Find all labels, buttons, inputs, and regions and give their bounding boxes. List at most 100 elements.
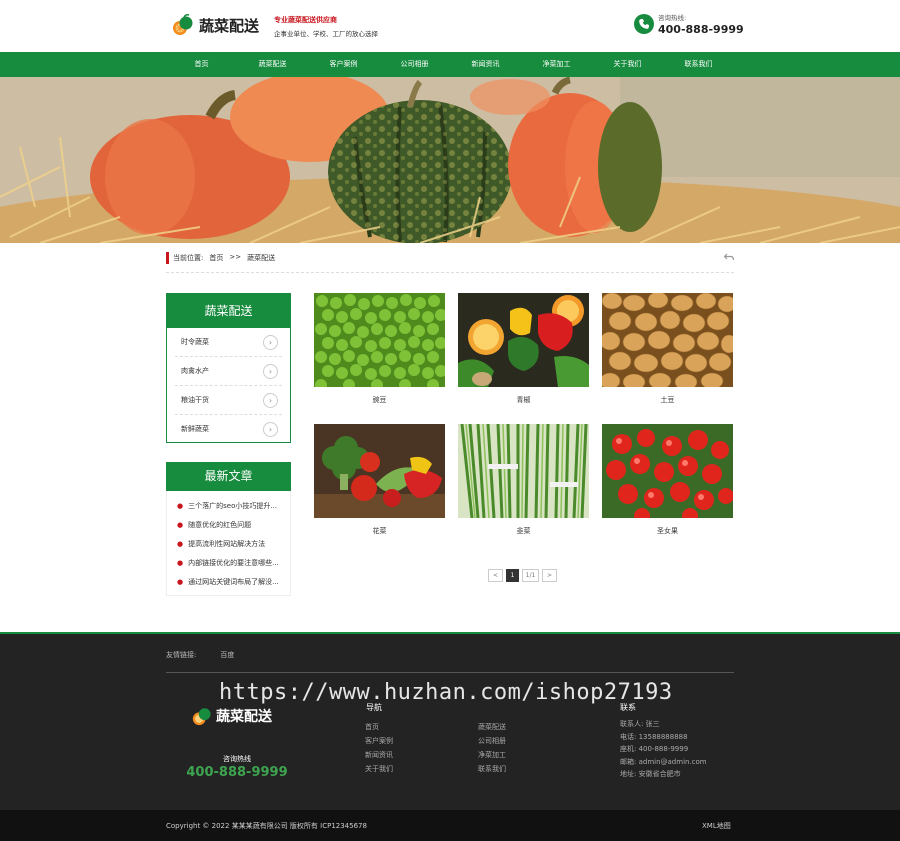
contact-landline: 座机: 400-888-9999	[620, 745, 689, 753]
breadcrumb: 当前位置: 首页 >> 蔬菜配送	[0, 252, 900, 273]
nav-item-contact[interactable]: 联系我们	[663, 52, 734, 77]
hotline-label: 咨询热线:	[658, 14, 687, 22]
category-item[interactable]: 时令蔬菜 ›	[175, 328, 282, 357]
breadcrumb-separator: >>	[229, 253, 242, 261]
footer-logo-text: 蔬菜配送	[216, 709, 272, 725]
tagline-main: 专业蔬菜配送供应商	[274, 16, 337, 24]
product-name[interactable]: 圣女果	[602, 526, 733, 536]
footer-hotline-number: 400-888-9999	[186, 765, 288, 780]
nav-item-album[interactable]: 公司相册	[379, 52, 450, 77]
watermark-text: https://www.huzhan.com/ishop27193	[219, 680, 673, 705]
product-card[interactable]: 豌豆	[314, 293, 445, 405]
chevron-right-icon: ›	[263, 335, 278, 350]
footer-hotline-label: 咨询热线	[223, 755, 251, 763]
footer-logo[interactable]: 蔬菜配送	[191, 706, 272, 726]
footer-nav-link[interactable]: 关于我们	[365, 762, 393, 776]
footer-nav-link[interactable]: 公司相册	[478, 734, 506, 748]
main-nav: 首页 蔬菜配送 客户案例 公司相册 新闻资讯 净菜加工 关于我们 联系我们	[0, 52, 900, 77]
product-card[interactable]: 韭菜	[458, 424, 589, 536]
product-name[interactable]: 花菜	[314, 526, 445, 536]
footer-contact-title: 联系	[620, 703, 636, 712]
friend-links-label: 友情链接:	[166, 651, 197, 659]
logo-icon	[171, 14, 193, 36]
breadcrumb-home[interactable]: 首页	[209, 253, 223, 263]
phone-icon	[634, 14, 654, 34]
site-logo[interactable]: 蔬菜配送	[171, 10, 259, 40]
latest-articles: 最新文章 ● 三个落广的seo小技巧提升... ● 随意优化的红色问题 ● 提高流利性…	[166, 462, 291, 596]
footer-divider	[166, 672, 734, 673]
breadcrumb-label: 当前位置:	[173, 254, 204, 262]
contact-address: 地址: 安徽省合肥市	[620, 770, 681, 778]
page-count: 1/1	[522, 569, 539, 582]
logo-icon	[192, 708, 211, 726]
nav-item-news[interactable]: 新闻资讯	[450, 52, 521, 77]
latest-articles-title: 最新文章	[166, 462, 291, 491]
cherry-tomatoes-image[interactable]	[602, 424, 733, 518]
breadcrumb-marker	[166, 252, 169, 264]
contact-email: 邮箱: admin@admin.com	[620, 757, 707, 766]
product-card[interactable]: 花菜	[314, 424, 445, 536]
article-link[interactable]: ● 三个落广的seo小技巧提升...	[177, 497, 290, 516]
pumpkin-banner-image	[0, 77, 900, 243]
footer-nav-col1: 首页 客户案例 新闻资讯 关于我们	[365, 720, 393, 776]
nav-item-home[interactable]: 首页	[166, 52, 237, 77]
chevron-right-icon: ›	[263, 422, 278, 437]
friend-links: 友情链接: 百度	[166, 650, 234, 660]
footer-nav-link[interactable]: 联系我们	[478, 762, 506, 776]
product-card[interactable]: 圣女果	[602, 424, 733, 536]
sitemap-link[interactable]: XML地图	[702, 821, 731, 831]
contact-person: 联系人: 张三	[620, 720, 660, 728]
breadcrumb-current[interactable]: 蔬菜配送	[247, 253, 275, 263]
category-item[interactable]: 新鲜蔬菜 ›	[175, 415, 282, 444]
friend-link[interactable]: 百度	[220, 650, 234, 660]
chevron-right-icon: ›	[263, 364, 278, 379]
chevron-right-icon: ›	[263, 393, 278, 408]
page-1-button[interactable]: 1	[506, 569, 519, 582]
copyright-text: Copyright © 2022 某某某蔬有限公司 版权所有 ICP123456…	[166, 822, 367, 830]
article-link[interactable]: ● 随意优化的红色问题	[177, 516, 290, 535]
nav-item-cases[interactable]: 客户案例	[308, 52, 379, 77]
back-arrow-icon[interactable]	[723, 253, 735, 264]
footer-nav-col2: 蔬菜配送 公司相册 净菜加工 联系我们	[478, 720, 506, 776]
broccoli-image[interactable]	[314, 424, 445, 518]
contact-mobile: 电话: 13588888888	[620, 732, 688, 741]
nav-item-about[interactable]: 关于我们	[592, 52, 663, 77]
article-link[interactable]: ● 通过网站关键词布局了解没...	[177, 573, 290, 592]
tagline: 专业蔬菜配送供应商 企事业单位、学校、工厂的放心选择	[274, 15, 378, 38]
product-name[interactable]: 豌豆	[314, 395, 445, 405]
chives-image[interactable]	[458, 424, 589, 518]
footer-contact-list: 联系人: 张三 电话: 13588888888 座机: 400-888-9999…	[620, 718, 707, 781]
footer-nav-link[interactable]: 蔬菜配送	[478, 720, 506, 734]
tagline-sub: 企事业单位、学校、工厂的放心选择	[274, 30, 378, 38]
article-link[interactable]: ● 提高流利性网站解决方法	[177, 535, 290, 554]
footer-nav-link[interactable]: 净菜加工	[478, 748, 506, 762]
footer-nav-title: 导航	[366, 703, 382, 712]
prev-page-button[interactable]: <	[488, 569, 503, 582]
peas-image[interactable]	[314, 293, 445, 387]
category-item[interactable]: 肉禽水产 ›	[175, 357, 282, 386]
product-name[interactable]: 土豆	[602, 395, 733, 405]
category-item[interactable]: 粮油干货 ›	[175, 386, 282, 415]
nav-item-delivery[interactable]: 蔬菜配送	[237, 52, 308, 77]
potatoes-image[interactable]	[602, 293, 733, 387]
next-page-button[interactable]: >	[542, 569, 557, 582]
header-hotline: 咨询热线: 400-888-9999	[634, 12, 744, 36]
hotline-number: 400-888-9999	[658, 23, 744, 36]
product-name[interactable]: 韭菜	[458, 526, 589, 536]
category-sidebar: 蔬菜配送 时令蔬菜 › 肉禽水产 › 粮油干货 › 新鲜蔬菜 ›	[166, 293, 291, 443]
product-name[interactable]: 青椒	[458, 395, 589, 405]
footer-nav-link[interactable]: 新闻资讯	[365, 748, 393, 762]
product-card[interactable]: 青椒	[458, 293, 589, 405]
product-card[interactable]: 土豆	[602, 293, 733, 405]
copyright-bar: Copyright © 2022 某某某蔬有限公司 版权所有 ICP123456…	[0, 810, 900, 841]
nav-item-processing[interactable]: 净菜加工	[521, 52, 592, 77]
pagination: < 1 1/1 >	[488, 569, 557, 582]
footer-nav-link[interactable]: 首页	[365, 720, 393, 734]
article-link[interactable]: ● 内部链接优化的要注意哪些...	[177, 554, 290, 573]
footer-nav-link[interactable]: 客户案例	[365, 734, 393, 748]
logo-text: 蔬菜配送	[199, 16, 260, 35]
site-header: 蔬菜配送 专业蔬菜配送供应商 企事业单位、学校、工厂的放心选择 咨询热线: 40…	[0, 0, 900, 52]
hero-banner	[0, 77, 900, 243]
peppers-image[interactable]	[458, 293, 589, 387]
category-sidebar-title: 蔬菜配送	[167, 294, 290, 328]
